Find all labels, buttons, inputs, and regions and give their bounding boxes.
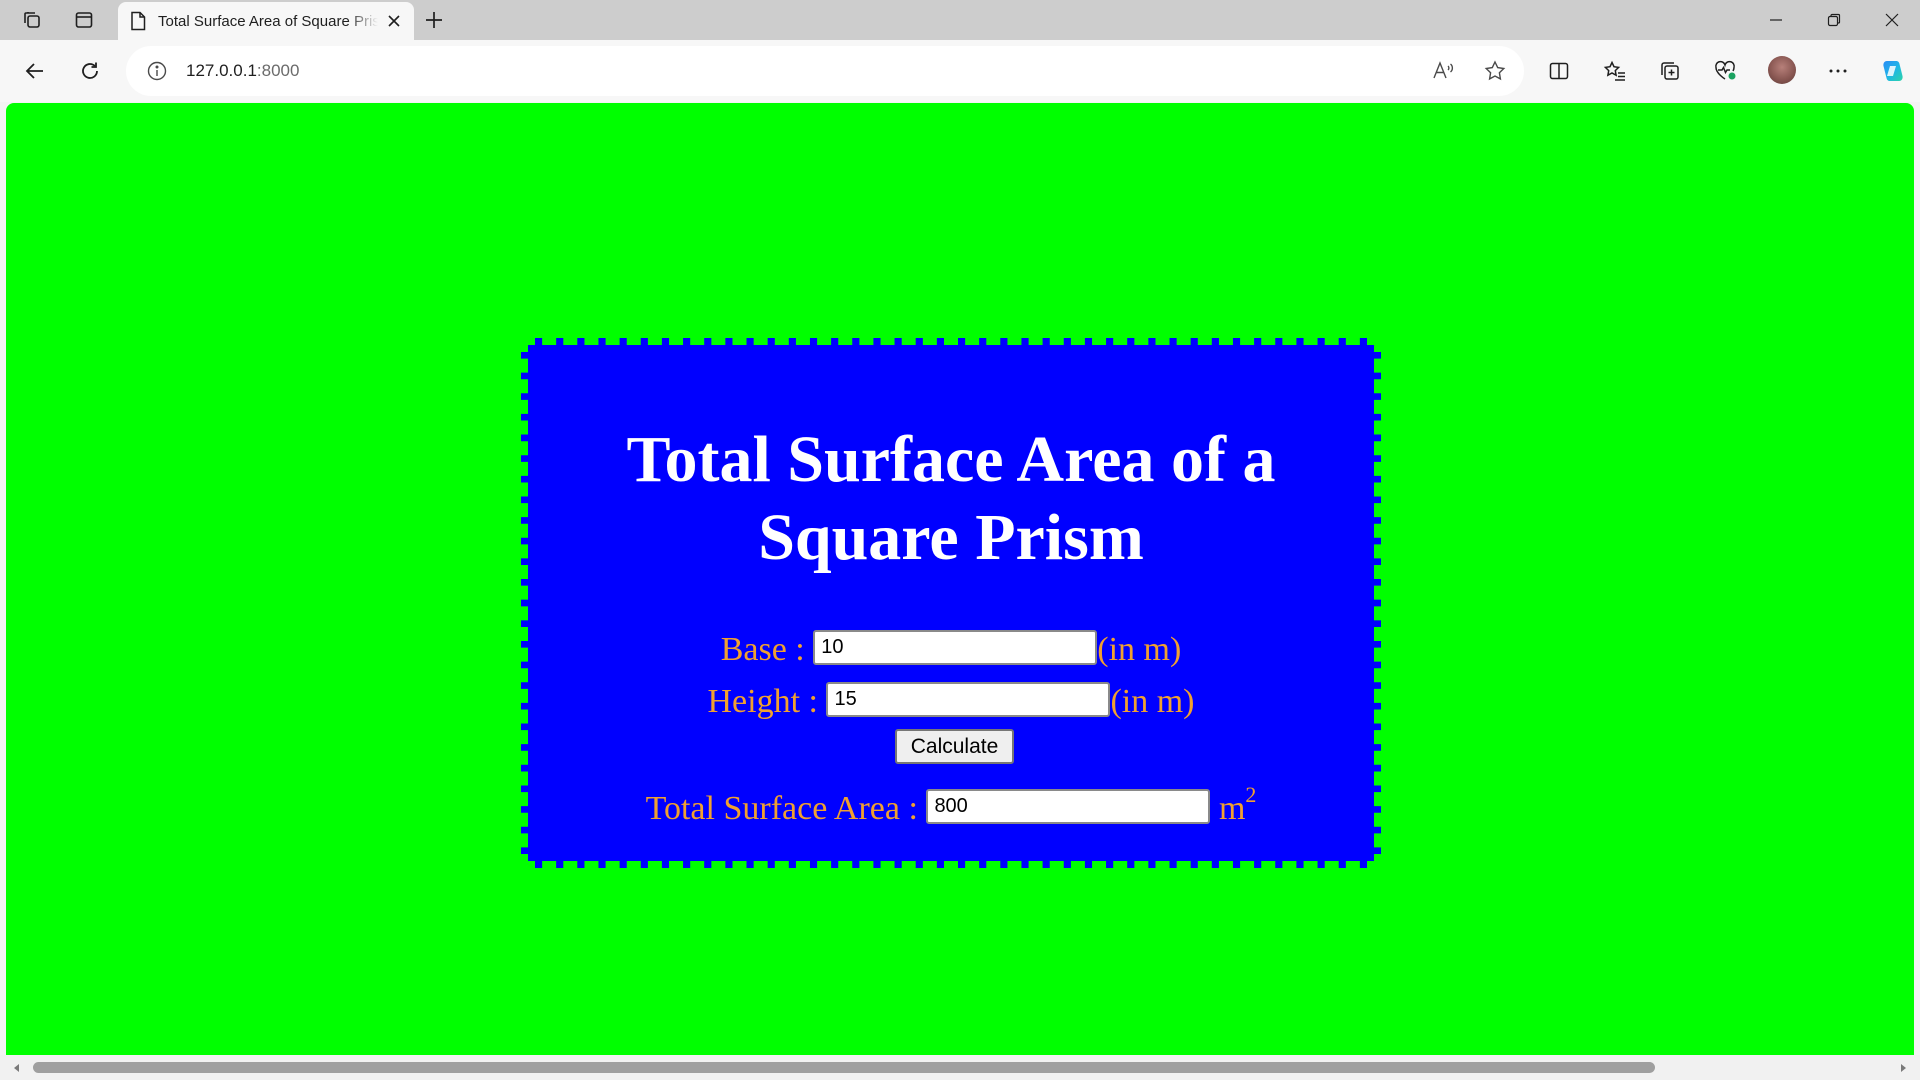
base-row: Base : (in m)	[528, 629, 1374, 669]
height-input[interactable]	[826, 681, 1111, 717]
window-close-icon[interactable]	[1864, 0, 1920, 40]
tab-title: Total Surface Area of Square Prism	[158, 13, 378, 30]
back-icon[interactable]	[18, 54, 52, 88]
browser-essentials-icon[interactable]	[1708, 54, 1742, 88]
profile-avatar[interactable]	[1768, 56, 1796, 84]
height-unit: (in m)	[1110, 683, 1195, 721]
minimize-icon[interactable]	[1748, 0, 1804, 40]
base-label: Base :	[720, 631, 805, 669]
scroll-right-icon[interactable]	[1896, 1061, 1910, 1075]
refresh-icon[interactable]	[73, 54, 107, 88]
read-aloud-icon[interactable]	[1430, 57, 1458, 85]
result-unit-exponent: 2	[1245, 782, 1257, 808]
result-label: Total Surface Area :	[645, 790, 918, 828]
tab-actions-icon[interactable]	[70, 6, 98, 34]
scroll-left-icon[interactable]	[10, 1061, 24, 1075]
result-unit: m2	[1218, 782, 1257, 828]
tab-strip: Total Surface Area of Square Prism	[0, 0, 1920, 40]
active-tab[interactable]: Total Surface Area of Square Prism	[118, 2, 414, 40]
horizontal-scrollbar[interactable]	[0, 1055, 1920, 1080]
address-bar[interactable]: 127.0.0.1:8000	[126, 46, 1524, 96]
split-screen-icon[interactable]	[1542, 54, 1576, 88]
base-input[interactable]	[813, 629, 1098, 665]
height-label: Height :	[707, 683, 818, 721]
close-icon[interactable]	[382, 9, 406, 33]
result-output[interactable]	[926, 788, 1211, 824]
page-icon	[130, 11, 146, 36]
favorite-icon[interactable]	[1481, 57, 1509, 85]
restore-icon[interactable]	[1806, 0, 1862, 40]
calculator-card: Total Surface Area of a Square Prism Bas…	[521, 338, 1381, 868]
page-title: Total Surface Area of a Square Prism	[626, 423, 1276, 574]
url-text: 127.0.0.1:8000	[186, 61, 300, 80]
scrollbar-thumb[interactable]	[33, 1062, 1655, 1073]
calculate-button[interactable]: Calculate	[895, 729, 1014, 764]
favorites-icon[interactable]	[1598, 54, 1632, 88]
result-row: Total Surface Area : m2	[528, 782, 1374, 828]
browser-toolbar: 127.0.0.1:8000	[0, 40, 1920, 102]
new-tab-icon[interactable]	[420, 6, 448, 34]
collections-icon[interactable]	[1653, 54, 1687, 88]
base-unit: (in m)	[1097, 631, 1182, 669]
workspaces-icon[interactable]	[18, 6, 46, 34]
copilot-icon[interactable]	[1876, 54, 1910, 88]
page-viewport: Total Surface Area of a Square Prism Bas…	[6, 103, 1914, 1055]
height-row: Height : (in m)	[528, 681, 1374, 721]
info-icon[interactable]	[146, 60, 168, 87]
more-icon[interactable]	[1821, 54, 1855, 88]
